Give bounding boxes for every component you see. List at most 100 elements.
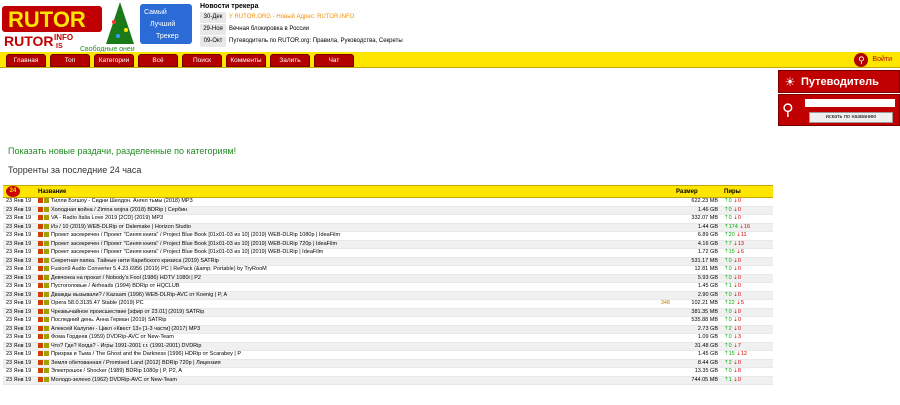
row-title[interactable]: Проект засекречен / Проект "Синяя книга"… [51, 232, 340, 238]
magnet-icon[interactable] [44, 334, 49, 340]
column-header-size[interactable]: Размер [673, 185, 721, 198]
magnet-icon[interactable] [44, 317, 49, 323]
magnet-icon[interactable] [44, 232, 49, 238]
magnet-icon[interactable] [44, 342, 49, 348]
magnet-icon[interactable] [44, 206, 49, 212]
magnet-icon[interactable] [44, 376, 49, 382]
row-comments[interactable] [651, 240, 673, 249]
magnet-icon[interactable] [44, 240, 49, 246]
new-by-category-link[interactable]: Показать новые раздачи, разделенные по к… [8, 146, 236, 156]
row-title[interactable]: Холодная война / Zimna wojna (2018) BDRi… [51, 207, 187, 213]
row-title[interactable]: Призрак и Тьма / The Ghost and the Darkn… [51, 351, 241, 357]
row-title[interactable]: Земля обетованная / Promised Land (2012)… [51, 360, 221, 366]
download-icon[interactable] [38, 215, 43, 221]
magnet-icon[interactable] [44, 291, 49, 297]
magnet-icon[interactable] [44, 249, 49, 255]
download-icon[interactable] [38, 359, 43, 365]
row-comments[interactable] [651, 350, 673, 360]
download-icon[interactable] [38, 274, 43, 280]
menu-chat[interactable]: Чат [314, 54, 354, 67]
menu-comments[interactable]: Комменты [226, 54, 266, 67]
download-icon[interactable] [38, 368, 43, 374]
row-title[interactable]: Алексей Калугин - Цикл «Квест 13» [1-3 ч… [51, 326, 200, 332]
magnet-icon[interactable] [44, 257, 49, 263]
row-comments[interactable] [651, 265, 673, 275]
row-comments[interactable] [651, 333, 673, 343]
row-comments[interactable] [651, 359, 673, 368]
row-title[interactable]: Opera 58.0.3135.47 Stable (2019) PC [51, 300, 144, 306]
download-icon[interactable] [38, 308, 43, 314]
download-icon[interactable] [38, 257, 43, 263]
magnet-icon[interactable] [44, 300, 49, 306]
column-header-peers[interactable]: Пиры [721, 185, 773, 198]
row-comments[interactable] [651, 197, 673, 207]
row-comments[interactable] [651, 308, 673, 317]
row-title[interactable]: Молодо-зелено (1962) DVDRip-AVC от New-T… [51, 377, 177, 383]
row-title[interactable]: Fusion9 Audio Converter 5.4.23.6956 (201… [51, 266, 267, 272]
magnet-icon[interactable] [44, 266, 49, 272]
magnet-icon[interactable] [44, 368, 49, 374]
search-input[interactable] [805, 99, 895, 107]
download-icon[interactable] [38, 300, 43, 306]
magnet-icon[interactable] [44, 283, 49, 289]
download-icon[interactable] [38, 249, 43, 255]
row-title[interactable]: Электрошок / Shocker (1989) BDRip 1080p … [51, 368, 182, 374]
menu-search[interactable]: Поиск [182, 54, 222, 67]
menu-upload[interactable]: Залить [270, 54, 310, 67]
download-icon[interactable] [38, 223, 43, 229]
row-title[interactable]: Девчонка на прокат / Nobody's Fool (1986… [51, 275, 201, 281]
magnet-icon[interactable] [44, 359, 49, 365]
row-title[interactable]: Дважды вызывали? / Kazaam (1996) WEB-DLR… [51, 292, 227, 298]
row-title[interactable]: Тилли Бэгшоу - Сидни Шелдон. Ангел тьмы … [51, 198, 193, 204]
magnet-icon[interactable] [44, 325, 49, 331]
login-button[interactable]: ⚲ Войти [854, 52, 892, 67]
site-logo[interactable]: RUTOR RUTOR INFO IS Самый Лучший Трекер … [0, 0, 198, 53]
download-icon[interactable] [38, 325, 43, 331]
download-icon[interactable] [38, 232, 43, 238]
download-icon[interactable] [38, 240, 43, 246]
row-comments[interactable] [651, 214, 673, 224]
row-comments[interactable] [651, 325, 673, 334]
row-comments[interactable] [651, 257, 673, 266]
row-comments[interactable] [651, 367, 673, 377]
row-comments[interactable] [651, 316, 673, 326]
row-comments[interactable] [651, 342, 673, 351]
row-title[interactable]: Фома Гордеев (1959) DVDRip-AVC от New-Te… [51, 334, 174, 340]
row-title[interactable]: Секретная папка. Тайные нити Карибского … [51, 258, 219, 264]
download-icon[interactable] [38, 317, 43, 323]
magnet-icon[interactable] [44, 351, 49, 357]
download-icon[interactable] [38, 351, 43, 357]
download-icon[interactable] [38, 342, 43, 348]
download-icon[interactable] [38, 334, 43, 340]
download-icon[interactable] [38, 266, 43, 272]
magnet-icon[interactable] [44, 274, 49, 280]
row-title[interactable]: Что? Где? Когда? - Игры 1991-2001 г.г. (… [51, 343, 201, 349]
row-comments[interactable] [651, 248, 673, 258]
row-comments[interactable] [651, 291, 673, 300]
row-comments[interactable] [651, 282, 673, 292]
news-link[interactable]: Вечная блокировка в России [226, 23, 406, 36]
row-comments[interactable] [651, 231, 673, 241]
row-comments[interactable] [651, 376, 673, 385]
magnet-icon[interactable] [44, 308, 49, 314]
row-title[interactable]: VA - Radio Italia Love 2019 [2CD] (2019)… [51, 215, 163, 221]
row-title[interactable]: Проект засекречен / Проект "Синяя книга"… [51, 249, 323, 255]
download-icon[interactable] [38, 206, 43, 212]
row-title[interactable]: Пустоголовые / Airheads (1994) BDRip от … [51, 283, 180, 289]
menu-home[interactable]: Главная [6, 54, 46, 67]
magnet-icon[interactable] [44, 198, 49, 204]
download-icon[interactable] [38, 291, 43, 297]
news-link[interactable]: У RUTOR.ORG - Новый Адрес: RUTOR.INFO [226, 12, 406, 24]
download-icon[interactable] [38, 283, 43, 289]
row-title[interactable]: Проект засекречен / Проект "Синяя книга"… [51, 241, 337, 247]
row-comments[interactable] [651, 223, 673, 232]
menu-all[interactable]: Всё [138, 54, 178, 67]
row-comments[interactable] [651, 274, 673, 283]
news-link[interactable]: Путеводитель по RUTOR.org: Правила, Руко… [226, 35, 406, 48]
search-button[interactable]: искать по названию [809, 112, 893, 123]
magnet-icon[interactable] [44, 223, 49, 229]
row-title[interactable]: Чрезвычайное происшествие [эфир от 23.01… [51, 309, 204, 315]
row-comments[interactable] [651, 206, 673, 215]
menu-top[interactable]: Топ [50, 54, 90, 67]
row-comments[interactable]: 348 [651, 299, 673, 309]
